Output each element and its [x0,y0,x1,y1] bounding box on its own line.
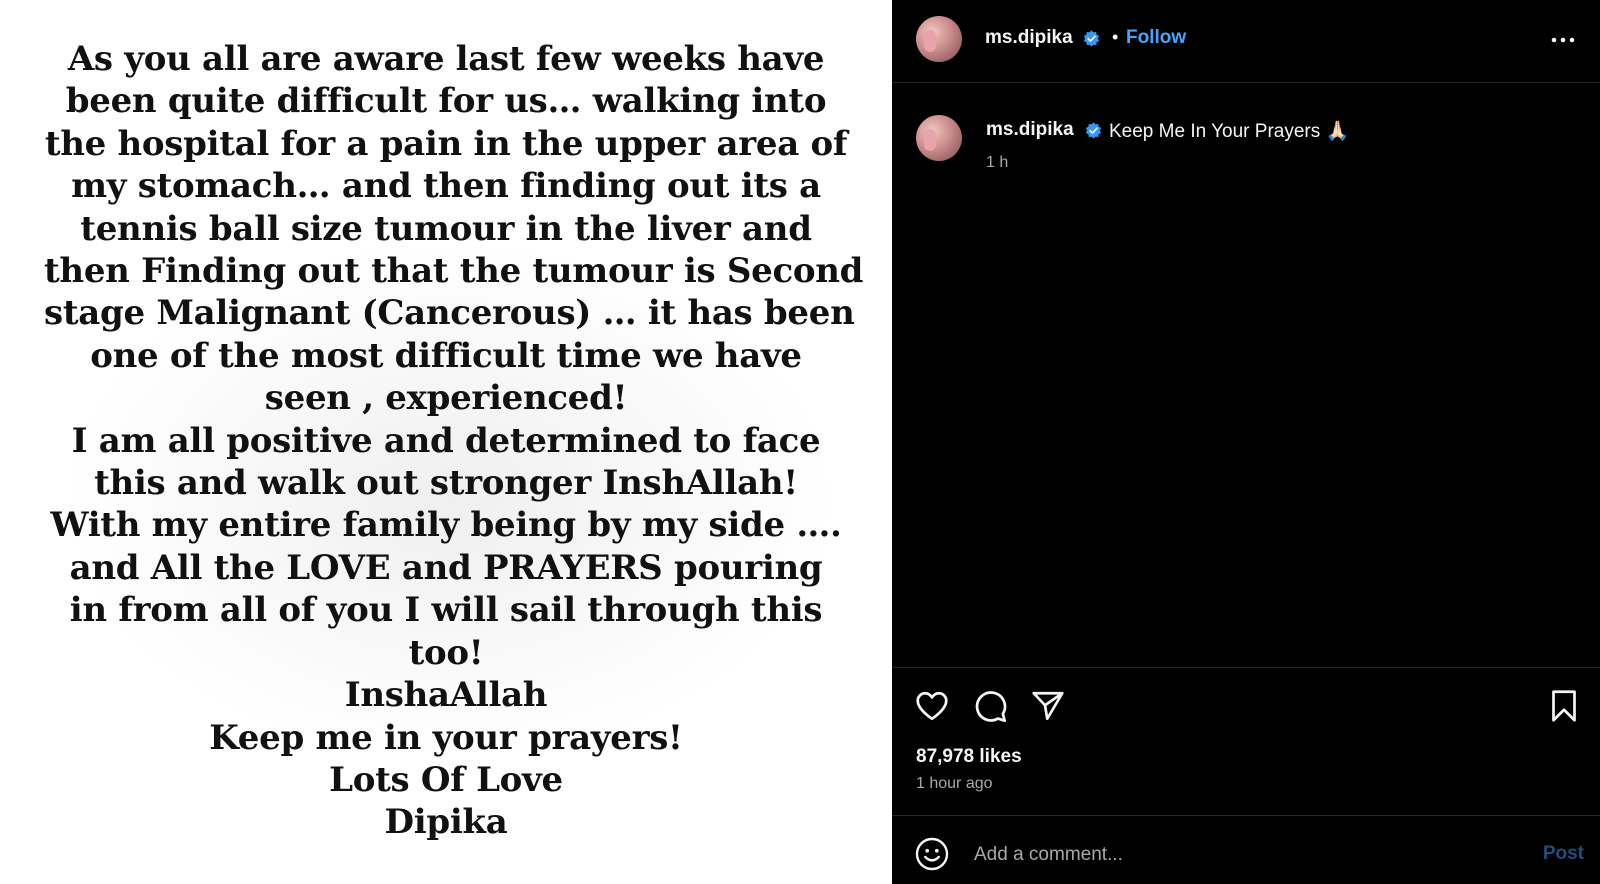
note-line: I am all positive and determined to face [71,420,821,461]
emoji-smile-icon[interactable] [914,836,950,872]
note-line: then Finding out that the tumour is Seco… [44,251,864,292]
note-line: one of the most difficult time we have [90,335,802,376]
comment-bubble-icon[interactable] [972,688,1008,724]
more-options-icon[interactable] [1550,28,1576,52]
note-line: in from all of you I will sail through t… [69,590,823,631]
caption-timestamp[interactable]: 1 h [986,154,1008,172]
bookmark-icon[interactable] [1546,688,1582,724]
comment-input[interactable] [972,836,1496,874]
note-line: and All the LOVE and PRAYERS pouring [69,547,823,588]
post-comment-button[interactable]: Post [1543,843,1584,865]
note-line: too! [408,632,484,673]
note-line: tennis ball size tumour in the liver and [80,208,812,249]
note-line: As you all are aware last few weeks have [67,39,825,79]
header-avatar[interactable] [916,16,962,62]
caption-text: Keep Me In Your Prayers 🙏🏻 [1109,121,1350,142]
paper-plane-icon[interactable] [1030,688,1066,724]
caption-username[interactable]: ms.dipika [986,119,1074,141]
actions-divider [892,667,1600,668]
caption-avatar[interactable] [916,115,962,161]
note-line: Keep me in your prayers! [209,717,683,758]
post-image-note-text: As you all are aware last few weeks have… [44,38,864,844]
note-line: the hospital for a pain in the upper are… [44,123,848,164]
likes-count[interactable]: 87,978 likes [916,746,1022,768]
note-line: seen , experienced! [264,378,628,419]
note-line: Dipika [384,802,508,843]
note-line: this and walk out stronger InshAllah! [94,463,798,504]
note-line: been quite difficult for us… walking int… [65,81,827,122]
post-timestamp[interactable]: 1 hour ago [916,775,993,793]
header-separator: • [1112,27,1119,47]
note-line: InshaAllah [344,675,548,716]
header-divider [892,82,1600,83]
post-image[interactable]: As you all are aware last few weeks have… [0,0,892,884]
heart-icon[interactable] [914,688,950,724]
post-side-panel: ms.dipika • Follow ms.dipika Keep Me In … [892,0,1600,884]
follow-button[interactable]: Follow [1126,27,1186,49]
note-line: With my entire family being by my side …… [50,505,842,546]
verified-badge-icon [1085,122,1102,139]
note-line: stage Malignant (Cancerous) … it has bee… [44,293,855,334]
note-line: my stomach… and then finding out its a [71,166,821,207]
verified-badge-icon [1083,30,1100,47]
note-line: Lots Of Love [329,759,563,800]
header-username[interactable]: ms.dipika [985,27,1073,49]
comment-divider [892,815,1600,816]
